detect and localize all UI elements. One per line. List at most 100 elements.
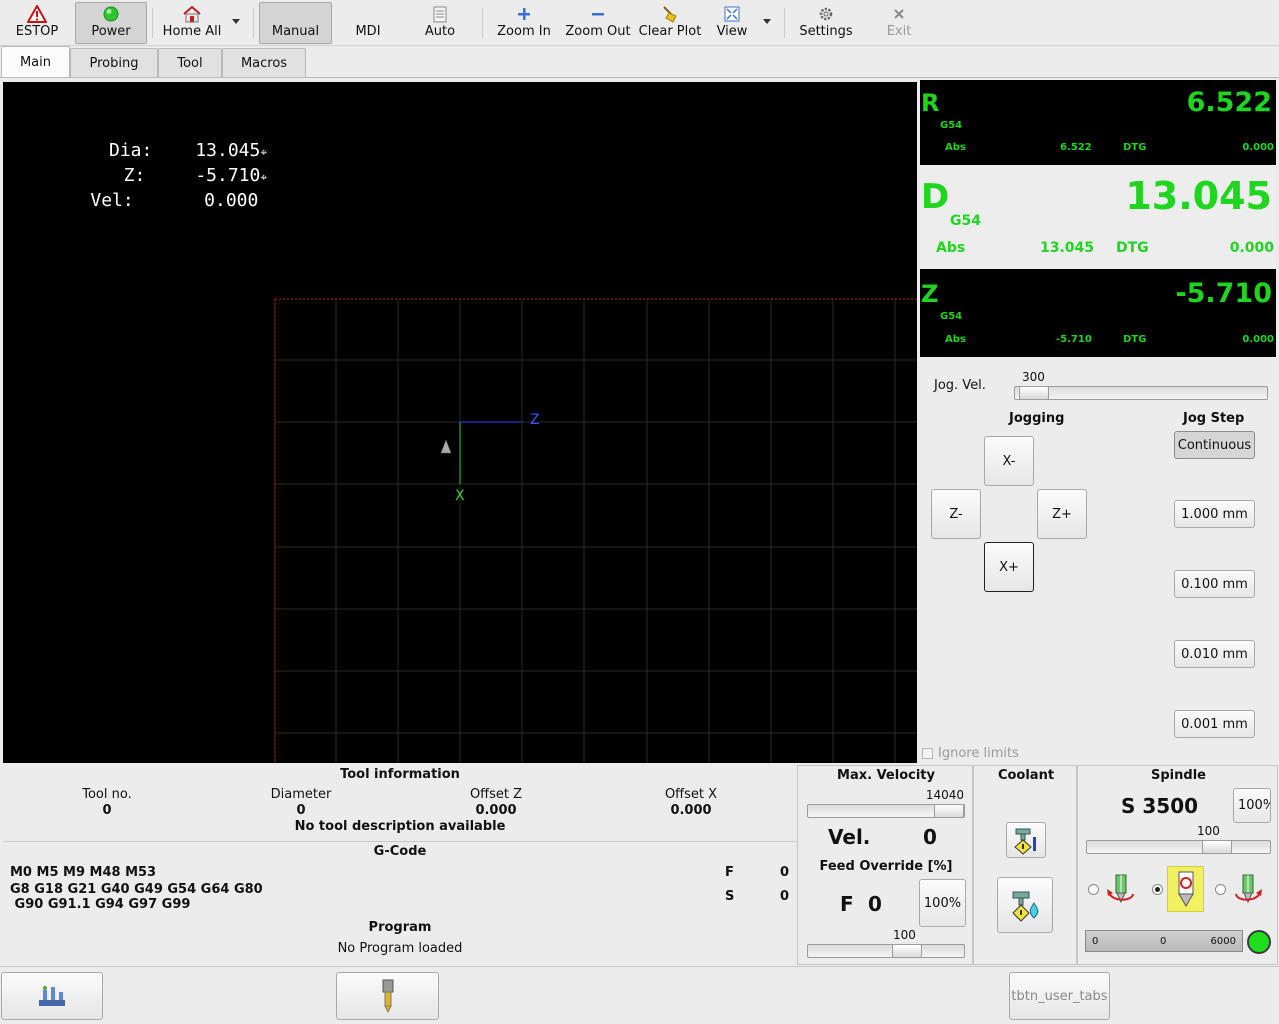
feed-override-slider[interactable]: [807, 944, 965, 958]
tab-main[interactable]: Main: [1, 46, 70, 78]
zoom-in-button[interactable]: Zoom In: [494, 2, 554, 44]
spindle-ccw-icon: [1107, 874, 1134, 904]
tool-cone-icon: [440, 439, 452, 454]
home-dropdown-chevron-icon[interactable]: [229, 14, 243, 28]
machine-limits: [274, 298, 917, 763]
estop-button[interactable]: ESTOP: [4, 2, 70, 44]
spindle-bar-min: 0: [1092, 936, 1099, 947]
dro-z-panel: Z -5.710 G54 Abs -5.710 DTG 0.000: [920, 269, 1276, 357]
dro-r-abs: 6.522: [1060, 142, 1092, 153]
feed-override-reset-button[interactable]: 100%: [919, 879, 966, 927]
jog-vel-slider-handle[interactable]: [1019, 386, 1049, 400]
jog-step-0-01mm[interactable]: 0.010 mm: [1174, 640, 1255, 668]
settings-button[interactable]: Settings: [795, 2, 857, 44]
spindle-ccw-button[interactable]: [1103, 871, 1139, 907]
broom-icon: [661, 5, 679, 23]
document-icon: [433, 5, 447, 23]
bottom-tool-tab-button[interactable]: [336, 972, 439, 1020]
spindle-cw-radio[interactable]: [1215, 884, 1226, 895]
program-title: Program: [368, 920, 432, 935]
tab-tool[interactable]: Tool: [158, 48, 222, 78]
dro-z-abs: -5.710: [1056, 334, 1092, 345]
coolant-panel: Coolant: [973, 765, 1077, 965]
home-all-button[interactable]: Home All: [157, 2, 227, 44]
spindle-override-value: 100: [1197, 824, 1220, 838]
jog-x-plus-button[interactable]: X+: [984, 542, 1034, 592]
user-tabs-button[interactable]: tbtn_user_tabs: [1009, 972, 1110, 1020]
mdi-mode-button[interactable]: MDI: [336, 2, 400, 44]
view-dropdown-chevron-icon[interactable]: [760, 14, 774, 28]
jog-z-plus-button[interactable]: Z+: [1037, 489, 1087, 539]
dro-r-abs-label: Abs: [945, 142, 966, 153]
jog-z-minus-button[interactable]: Z-: [931, 489, 981, 539]
jog-step-continuous[interactable]: Continuous: [1174, 431, 1255, 459]
zoom-out-button[interactable]: Zoom Out: [562, 2, 634, 44]
spindle-override-slider[interactable]: [1086, 840, 1271, 854]
tab-macros[interactable]: Macros: [222, 48, 306, 78]
tool-description: No tool description available: [294, 819, 506, 834]
axis-x-label: X: [455, 488, 465, 504]
jog-step-0-001mm[interactable]: 0.001 mm: [1174, 710, 1255, 738]
dro-z-wcs: G54: [940, 311, 963, 322]
gcode-line-1: M0 M5 M9 M48 M53: [10, 865, 157, 880]
dro-d-value: 13.045: [1125, 174, 1272, 218]
dro-d-wcs: G54: [950, 213, 981, 229]
view-button[interactable]: View: [710, 2, 754, 44]
preview-dro-vel: Vel: 0.000: [90, 190, 259, 211]
gcode-preview[interactable]: Z X Dia: 13.045⌖ Z: -5.710⌖ Vel: 0.000: [3, 82, 917, 763]
minus-icon: [591, 5, 605, 23]
jog-step-0-1mm[interactable]: 0.100 mm: [1174, 570, 1255, 598]
dro-r-panel: R 6.522 G54 Abs 6.522 DTG 0.000: [920, 80, 1276, 165]
spindle-bar-max: 6000: [1210, 936, 1236, 947]
dro-r-wcs: G54: [940, 120, 963, 131]
feed-override-slider-value: 100: [893, 928, 916, 942]
program-status: No Program loaded: [337, 941, 463, 956]
jog-vel-slider[interactable]: [1014, 386, 1268, 400]
coolant-flood-button[interactable]: [997, 877, 1053, 933]
manual-mode-button[interactable]: Manual: [259, 2, 332, 44]
gcode-title: G-Code: [373, 844, 427, 859]
feed-label: F: [840, 892, 854, 916]
gcode-f-label: F: [725, 865, 734, 880]
jog-x-minus-button[interactable]: X-: [984, 436, 1034, 486]
exit-button[interactable]: Exit: [874, 2, 924, 44]
clear-plot-button[interactable]: Clear Plot: [636, 2, 704, 44]
dro-z-letter: Z: [921, 280, 939, 308]
gcode-f-value: 0: [780, 865, 790, 880]
bottom-machine-tab-button[interactable]: [1, 972, 103, 1020]
power-led-icon: [103, 5, 119, 23]
feed-override-slider-handle[interactable]: [892, 944, 922, 958]
jog-step-title: Jog Step: [1183, 411, 1245, 426]
max-velocity-slider-handle[interactable]: [934, 804, 964, 818]
spindle-speed-bar: 0 0 6000: [1085, 930, 1243, 952]
auto-mode-button[interactable]: Auto: [408, 2, 472, 44]
spindle-override-reset-button[interactable]: 100%: [1233, 788, 1271, 823]
gcode-s-value: 0: [780, 889, 790, 904]
velocity-panel: Max. Velocity 14040 Vel. 0 Feed Override…: [797, 765, 973, 965]
tool-no-label: Tool no.: [82, 787, 132, 802]
offset-z-label: Offset Z: [469, 787, 523, 802]
spindle-ccw-radio[interactable]: [1088, 884, 1099, 895]
dro-d-dtg-label: DTG: [1116, 240, 1149, 256]
coolant-mist-button[interactable]: [1006, 822, 1046, 858]
jog-step-1mm[interactable]: 1.000 mm: [1174, 500, 1255, 528]
tab-probing[interactable]: Probing: [70, 48, 158, 78]
spindle-panel: Spindle S 3500 100% 100 0 0 6000: [1077, 765, 1278, 965]
spindle-stop-button[interactable]: [1167, 866, 1204, 912]
gcode-line-3: G90 G91.1 G94 G97 G99: [10, 897, 191, 912]
velocity-label: Vel.: [828, 825, 871, 849]
ignore-limits-checkbox[interactable]: [922, 748, 933, 759]
spindle-cw-button[interactable]: [1230, 871, 1266, 907]
dro-r-dtg: 0.000: [1242, 142, 1274, 153]
machine-icon: [39, 986, 65, 1006]
flood-coolant-icon: [1012, 891, 1039, 922]
offset-x-label: Offset X: [664, 787, 718, 802]
spindle-override-slider-handle[interactable]: [1202, 840, 1232, 854]
dro-d-dtg: 0.000: [1229, 240, 1274, 256]
axis-z-label: Z: [530, 412, 540, 428]
power-button[interactable]: Power: [75, 2, 147, 44]
max-velocity-slider[interactable]: [807, 804, 965, 818]
dro-z-abs-label: Abs: [945, 334, 966, 345]
spindle-speed: S 3500: [1121, 794, 1199, 818]
spindle-stop-radio[interactable]: [1152, 884, 1163, 895]
